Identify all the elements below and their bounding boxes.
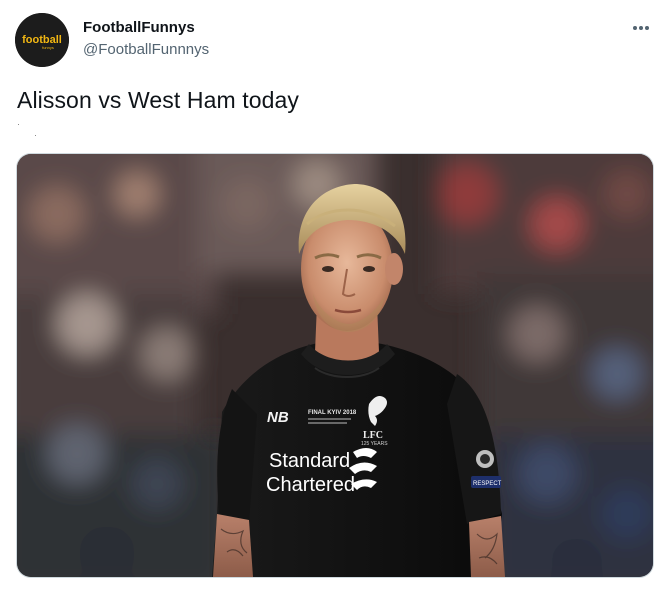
tweet-text: Alisson vs West Ham today (17, 87, 300, 113)
avatar-logo-subtext: funnys (42, 45, 54, 50)
more-horizontal-icon (633, 26, 637, 30)
tweet: football funnys FootballFunnys @Football… (0, 0, 671, 592)
author-display-name[interactable]: FootballFunnys (83, 19, 195, 36)
more-dot (639, 26, 643, 30)
stray-mark (18, 124, 19, 125)
tweet-media-photo[interactable]: NB FINAL KYIV 2018 LFC 125 YEARS Standar… (16, 153, 654, 578)
more-options-button[interactable] (624, 16, 658, 40)
stray-mark (35, 135, 36, 136)
avatar[interactable]: football funnys (15, 13, 69, 67)
shirt-final-text: FINAL KYIV 2018 (308, 410, 357, 416)
football-logo-icon: football funnys (15, 13, 69, 67)
shirt-sponsor-line2: Chartered (266, 474, 355, 496)
author-handle[interactable]: @FootballFunnnys (83, 41, 209, 58)
shirt-sponsor-line1: Standard (269, 450, 350, 472)
goalkeeper-photo: NB FINAL KYIV 2018 LFC 125 YEARS Standar… (17, 154, 653, 577)
more-dot (645, 26, 649, 30)
svg-text:NB: NB (267, 409, 289, 426)
sleeve-text: RESPECT (473, 481, 502, 487)
shirt-badge-text: LFC (363, 430, 383, 441)
shirt-badge-years: 125 YEARS (361, 441, 388, 447)
